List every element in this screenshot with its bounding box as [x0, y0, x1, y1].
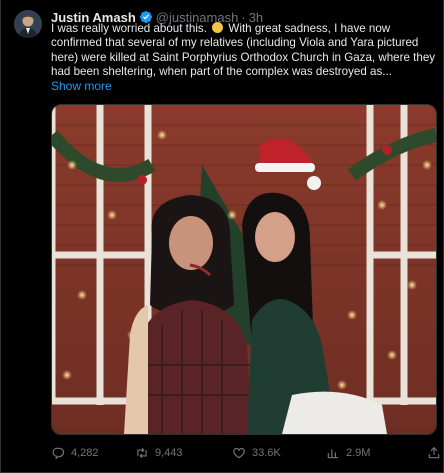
retweet-count: 9,443	[155, 447, 183, 459]
retweet-icon	[137, 447, 147, 459]
views-button[interactable]: 2.9M	[326, 446, 370, 460]
share-button[interactable]	[427, 446, 444, 460]
like-icon	[233, 447, 245, 459]
reply-count: 4,282	[71, 447, 99, 459]
action-bar: 4,282 9,443 33.6K 2.9M	[51, 444, 441, 462]
tweet-text: I was really worried about this. With gr…	[51, 22, 441, 80]
tweet-photo[interactable]	[51, 104, 437, 435]
share-icon	[428, 446, 440, 459]
reply-icon	[52, 447, 65, 460]
retweet-button[interactable]: 9,443	[135, 446, 183, 460]
reply-button[interactable]: 4,282	[51, 446, 99, 460]
show-more-link[interactable]: Show more	[51, 79, 112, 93]
views-count: 2.9M	[346, 447, 371, 459]
like-button[interactable]: 33.6K	[232, 446, 281, 460]
views-icon	[327, 449, 339, 459]
tweet-card[interactable]: Justin Amash @justinamash · 3h I was rea…	[0, 0, 444, 473]
like-count: 33.6K	[252, 447, 281, 459]
avatar[interactable]	[14, 10, 42, 38]
pensive-face-emoji	[212, 22, 224, 33]
photo-illustration	[52, 105, 436, 434]
tweet-text-part1: I was really worried about this.	[51, 22, 207, 35]
